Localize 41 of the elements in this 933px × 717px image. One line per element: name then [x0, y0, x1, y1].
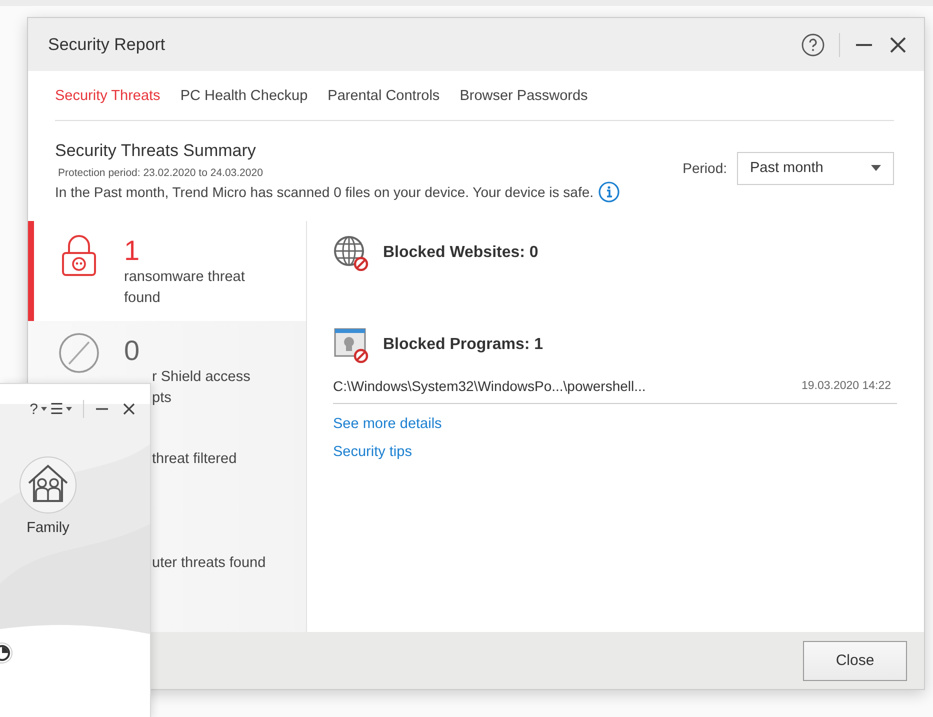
globe-blocked-icon — [333, 235, 369, 271]
clock-icon[interactable] — [0, 641, 14, 665]
threat-label: found — [124, 289, 162, 308]
tab[interactable]: Parental Controls — [328, 88, 440, 104]
protection-period: Protection period: 23.02.2020 to 24.03.2020 — [58, 167, 264, 179]
link[interactable]: See more details — [333, 416, 442, 432]
threat-label: ransomware threat — [124, 268, 245, 287]
section-heading: Blocked Websites: 0 — [383, 244, 538, 262]
tab[interactable]: Browser Passwords — [460, 88, 588, 104]
blocked-circle-icon — [59, 333, 99, 373]
period-label: Period: — [682, 160, 727, 176]
threat-label: r Shield access — [151, 368, 250, 387]
threat-label: threat filtered — [152, 450, 237, 469]
threat-count: 1 — [124, 235, 141, 267]
file-path: C:\Windows\System32\WindowsPo...\powershell... — [333, 378, 646, 394]
family-house-icon[interactable] — [19, 456, 77, 514]
section-heading: Blocked Programs: 1 — [383, 336, 544, 354]
close-icon[interactable] — [888, 34, 908, 54]
close-button[interactable]: Close — [803, 640, 907, 680]
window-title: Security Report — [48, 34, 166, 54]
caret-icon — [41, 407, 47, 411]
link[interactable]: Security tips — [333, 444, 412, 460]
info-icon[interactable] — [598, 181, 620, 203]
scan-message: In the Past month, Trend Micro has scanned 0 files on your device. Your device is safe. — [55, 184, 594, 200]
close-icon[interactable] — [122, 402, 136, 416]
menu-button[interactable]: ☰ — [50, 400, 63, 418]
caret-icon — [66, 407, 72, 411]
period-dropdown[interactable]: Past month — [737, 152, 894, 184]
threat-count: 0 — [124, 335, 141, 367]
threat-label: uter threats found — [152, 554, 266, 573]
caret-icon — [871, 165, 881, 171]
help-icon[interactable] — [801, 32, 825, 56]
tile-label: Family — [26, 520, 70, 536]
tab[interactable]: PC Health Checkup — [180, 88, 308, 104]
program-skull-blocked-icon — [333, 327, 369, 363]
section-title: Security Threats Summary — [55, 141, 257, 161]
timestamp: 19.03.2020 14:22 — [801, 380, 892, 392]
threat-label: pts — [151, 389, 172, 408]
lock-skull-icon — [59, 233, 99, 277]
tab[interactable]: Security Threats — [55, 88, 160, 104]
help-menu-button[interactable]: ? — [30, 400, 38, 418]
